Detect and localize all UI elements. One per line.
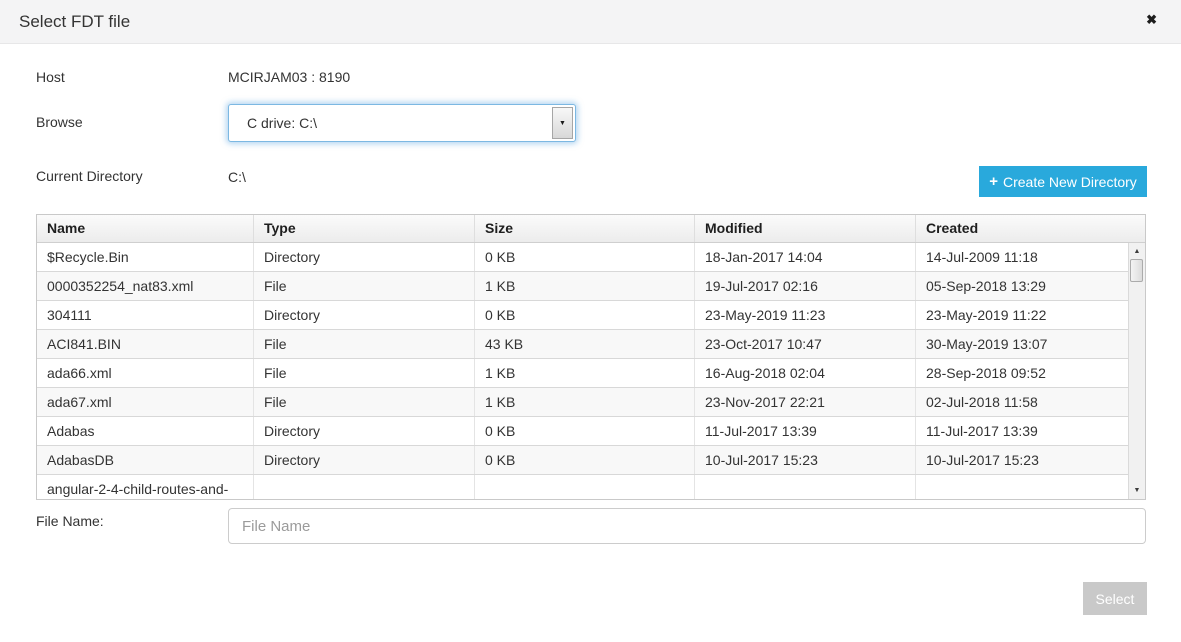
file-name-label: File Name: [36,513,104,529]
cell-type: Directory [254,417,475,445]
file-table-header: Name Type Size Modified Created [37,215,1145,243]
host-value: MCIRJAM03 : 8190 [228,69,350,85]
browse-drive-select[interactable]: C drive: C:\ ▼ [228,104,576,142]
scroll-up-icon[interactable]: ▲ [1129,245,1145,258]
cell-modified: 23-May-2019 11:23 [695,301,916,329]
chevron-down-icon: ▼ [559,120,566,127]
cell-type: Directory [254,301,475,329]
create-new-directory-label: Create New Directory [1003,174,1137,190]
cell-created: 30-May-2019 13:07 [916,330,1145,358]
create-new-directory-button[interactable]: + Create New Directory [979,166,1147,197]
cell-created: 11-Jul-2017 13:39 [916,417,1145,445]
table-scrollbar[interactable]: ▲ ▼ [1128,243,1145,499]
cell-name: AdabasDB [37,446,254,474]
cell-type: Directory [254,243,475,271]
cell-created: 02-Jul-2018 11:58 [916,388,1145,416]
cell-size: 1 KB [475,359,695,387]
dialog-title: Select FDT file [19,12,130,32]
cell-type: File [254,272,475,300]
dropdown-button[interactable]: ▼ [552,107,573,139]
cell-name: Adabas [37,417,254,445]
column-header-name[interactable]: Name [37,215,254,242]
host-label: Host [36,69,65,85]
cell-modified: 23-Oct-2017 10:47 [695,330,916,358]
plus-icon: + [989,173,998,190]
file-name-input[interactable] [228,508,1146,544]
column-header-modified[interactable]: Modified [695,215,916,242]
file-table-body: $Recycle.Bin Directory 0 KB 18-Jan-2017 … [37,243,1145,500]
cell-created [916,475,1145,500]
cell-modified: 16-Aug-2018 02:04 [695,359,916,387]
select-button[interactable]: Select [1083,582,1147,615]
column-header-size[interactable]: Size [475,215,695,242]
cell-size: 0 KB [475,301,695,329]
cell-name: ada67.xml [37,388,254,416]
cell-size: 1 KB [475,388,695,416]
cell-name: 304111 [37,301,254,329]
cell-created: 28-Sep-2018 09:52 [916,359,1145,387]
cell-created: 10-Jul-2017 15:23 [916,446,1145,474]
close-icon[interactable]: ✖ [1146,13,1157,27]
cell-type: File [254,330,475,358]
cell-created: 05-Sep-2018 13:29 [916,272,1145,300]
cell-size: 0 KB [475,417,695,445]
cell-type: File [254,359,475,387]
cell-name: ada66.xml [37,359,254,387]
table-row[interactable]: $Recycle.Bin Directory 0 KB 18-Jan-2017 … [37,243,1145,272]
cell-modified: 18-Jan-2017 14:04 [695,243,916,271]
table-row[interactable]: 0000352254_nat83.xml File 1 KB 19-Jul-20… [37,272,1145,301]
cell-type [254,475,475,500]
scroll-down-icon[interactable]: ▼ [1129,484,1145,497]
cell-name: ACI841.BIN [37,330,254,358]
table-row[interactable]: ada66.xml File 1 KB 16-Aug-2018 02:04 28… [37,359,1145,388]
scrollbar-thumb[interactable] [1130,259,1143,282]
cell-modified: 11-Jul-2017 13:39 [695,417,916,445]
cell-size: 0 KB [475,446,695,474]
table-row[interactable]: angular-2-4-child-routes-and- [37,475,1145,500]
file-table: Name Type Size Modified Created $Recycle… [36,214,1146,500]
table-row[interactable]: ada67.xml File 1 KB 23-Nov-2017 22:21 02… [37,388,1145,417]
browse-label: Browse [36,114,83,130]
column-header-type[interactable]: Type [254,215,475,242]
cell-type: Directory [254,446,475,474]
cell-name: angular-2-4-child-routes-and- [37,475,254,500]
cell-modified [695,475,916,500]
cell-type: File [254,388,475,416]
current-directory-value: C:\ [228,169,246,185]
cell-size [475,475,695,500]
column-header-created[interactable]: Created [916,215,1145,242]
table-row[interactable]: AdabasDB Directory 0 KB 10-Jul-2017 15:2… [37,446,1145,475]
table-row[interactable]: 304111 Directory 0 KB 23-May-2019 11:23 … [37,301,1145,330]
cell-size: 0 KB [475,243,695,271]
cell-modified: 23-Nov-2017 22:21 [695,388,916,416]
cell-created: 23-May-2019 11:22 [916,301,1145,329]
cell-modified: 10-Jul-2017 15:23 [695,446,916,474]
table-row[interactable]: ACI841.BIN File 43 KB 23-Oct-2017 10:47 … [37,330,1145,359]
cell-modified: 19-Jul-2017 02:16 [695,272,916,300]
cell-size: 43 KB [475,330,695,358]
select-fdt-file-dialog: Select FDT file ✖ Host MCIRJAM03 : 8190 … [0,0,1181,642]
cell-name: $Recycle.Bin [37,243,254,271]
cell-name: 0000352254_nat83.xml [37,272,254,300]
cell-created: 14-Jul-2009 11:18 [916,243,1145,271]
cell-size: 1 KB [475,272,695,300]
current-directory-label: Current Directory [36,168,143,184]
dialog-header: Select FDT file ✖ [0,0,1181,44]
browse-selected-value: C drive: C:\ [247,115,317,131]
table-row[interactable]: Adabas Directory 0 KB 11-Jul-2017 13:39 … [37,417,1145,446]
